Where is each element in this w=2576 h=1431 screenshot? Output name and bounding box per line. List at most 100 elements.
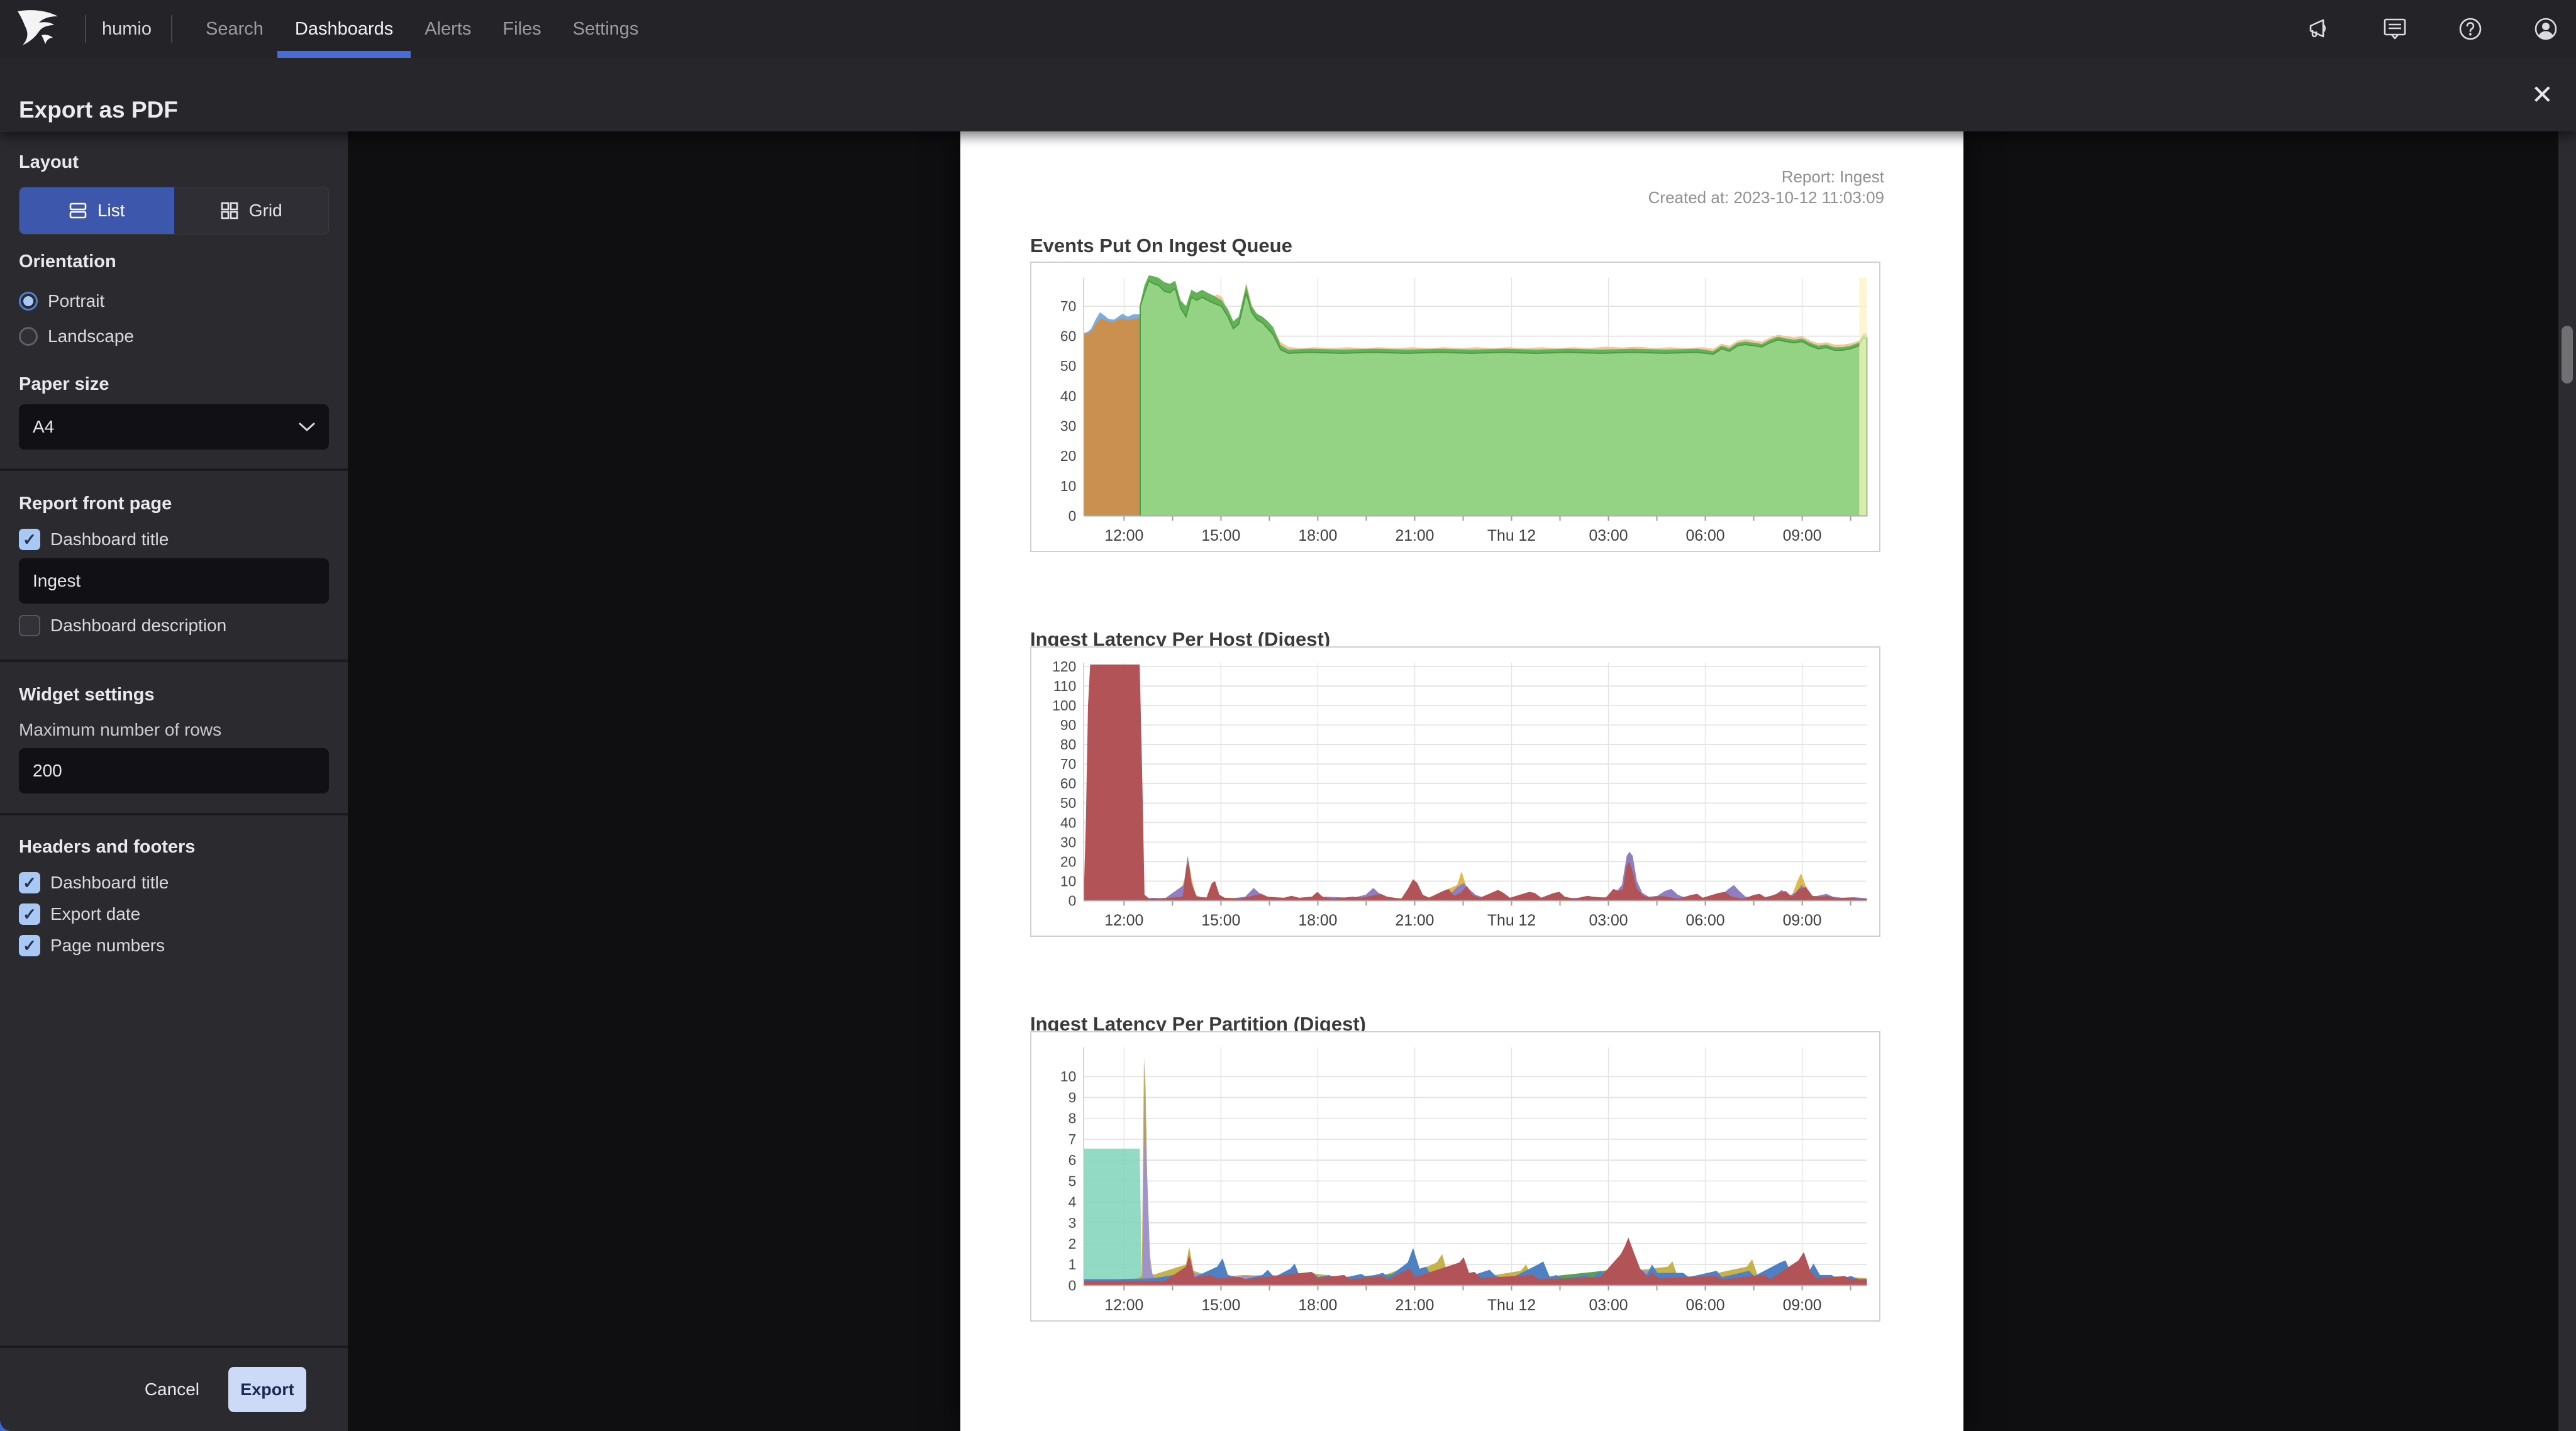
svg-text:Thu 12: Thu 12 — [1487, 528, 1536, 544]
layout-list-button[interactable]: List — [19, 187, 174, 234]
dashboard-title-label: Dashboard title — [50, 529, 169, 549]
paper-size-select[interactable]: A4 — [19, 404, 329, 450]
help-icon[interactable] — [2457, 15, 2484, 43]
nav-files[interactable]: Files — [502, 0, 541, 58]
preview-scrollbar-track[interactable] — [2558, 131, 2576, 1431]
widget-settings-section: Widget settings Maximum number of rows — [0, 662, 348, 813]
app: humio Search Dashboards Alerts Files Set… — [0, 0, 2576, 1431]
radio-checked-icon[interactable] — [19, 292, 38, 311]
layout-heading: Layout — [19, 152, 79, 172]
main-nav: Search Dashboards Alerts Files Settings — [206, 0, 638, 58]
layout-grid-button[interactable]: Grid — [174, 187, 329, 234]
svg-text:40: 40 — [1060, 388, 1076, 404]
svg-text:0: 0 — [1069, 1277, 1077, 1293]
hf-export-date-label: Export date — [50, 904, 141, 924]
svg-text:7: 7 — [1069, 1131, 1077, 1147]
checkbox-checked-icon[interactable]: ✓ — [19, 903, 40, 925]
list-icon — [69, 202, 87, 219]
hf-export-date-checkbox-row[interactable]: ✓ Export date — [19, 903, 329, 925]
svg-text:2: 2 — [1069, 1235, 1077, 1252]
svg-text:12:00: 12:00 — [1104, 912, 1143, 929]
nav-settings[interactable]: Settings — [573, 0, 639, 58]
svg-text:60: 60 — [1060, 328, 1076, 345]
headers-footers-heading: Headers and footers — [19, 837, 196, 857]
svg-text:18:00: 18:00 — [1298, 1297, 1337, 1314]
max-rows-input[interactable] — [19, 748, 329, 793]
svg-text:4: 4 — [1069, 1194, 1077, 1210]
svg-text:90: 90 — [1060, 717, 1076, 733]
widget-settings-heading: Widget settings — [19, 685, 155, 705]
svg-text:110: 110 — [1053, 678, 1076, 694]
svg-text:18:00: 18:00 — [1298, 912, 1337, 929]
report-meta: Report: Ingest Created at: 2023-10-12 11… — [1648, 167, 1884, 208]
top-nav: humio Search Dashboards Alerts Files Set… — [0, 0, 2576, 58]
dashboard-title-input[interactable] — [19, 558, 329, 604]
report-name-line: Report: Ingest — [1781, 167, 1884, 186]
preview-scrollbar-thumb[interactable] — [2562, 326, 2573, 384]
svg-text:12:00: 12:00 — [1104, 1297, 1143, 1314]
svg-text:70: 70 — [1060, 756, 1076, 772]
export-dialog-body: Layout List Grid Orientation Portrait La… — [0, 131, 2576, 1431]
nav-dashboards[interactable]: Dashboards — [277, 0, 411, 58]
checkbox-checked-icon[interactable]: ✓ — [19, 529, 40, 550]
dashboard-title-checkbox-row[interactable]: ✓ Dashboard title — [19, 528, 329, 551]
account-icon[interactable] — [2532, 15, 2560, 43]
svg-text:15:00: 15:00 — [1201, 528, 1240, 544]
svg-text:100: 100 — [1052, 697, 1076, 714]
svg-text:03:00: 03:00 — [1589, 1297, 1628, 1314]
dialog-title: Export as PDF — [19, 97, 178, 123]
svg-text:20: 20 — [1060, 448, 1076, 464]
layout-section: Layout List Grid Orientation Portrait La… — [0, 132, 348, 468]
svg-text:03:00: 03:00 — [1589, 528, 1628, 544]
chart-title-ingest-queue: Events Put On Ingest Queue — [1030, 234, 1292, 257]
cancel-button[interactable]: Cancel — [141, 1379, 203, 1400]
orientation-landscape-radio[interactable]: Landscape — [19, 325, 329, 348]
announcements-icon[interactable] — [2306, 15, 2333, 43]
svg-text:5: 5 — [1069, 1173, 1077, 1189]
checkbox-checked-icon[interactable]: ✓ — [19, 872, 40, 893]
feedback-icon[interactable] — [2381, 15, 2409, 43]
svg-text:10: 10 — [1060, 1068, 1076, 1085]
nav-alerts[interactable]: Alerts — [425, 0, 471, 58]
report-created-line: Created at: 2023-10-12 11:03:09 — [1648, 188, 1884, 207]
nav-separator — [171, 15, 172, 43]
layout-list-label: List — [97, 201, 125, 220]
close-icon[interactable]: ✕ — [2531, 58, 2553, 131]
crowdstrike-falcon-logo[interactable] — [14, 8, 74, 50]
checkbox-unchecked-icon[interactable] — [19, 615, 40, 636]
hf-dashboard-title-label: Dashboard title — [50, 873, 169, 892]
paper-size-value: A4 — [33, 417, 55, 436]
svg-text:9: 9 — [1069, 1089, 1077, 1105]
pdf-page: Report: Ingest Created at: 2023-10-12 11… — [960, 131, 1963, 1431]
svg-text:70: 70 — [1060, 298, 1076, 314]
repo-name[interactable]: humio — [102, 0, 152, 58]
checkbox-checked-icon[interactable]: ✓ — [19, 935, 40, 956]
svg-text:3: 3 — [1069, 1215, 1077, 1231]
svg-text:50: 50 — [1060, 795, 1076, 811]
svg-text:80: 80 — [1060, 736, 1076, 753]
export-button[interactable]: Export — [228, 1367, 306, 1412]
orientation-portrait-radio[interactable]: Portrait — [19, 290, 329, 312]
radio-unchecked-icon[interactable] — [19, 327, 38, 346]
area-chart-latency-host: 0 10 20 30 40 50 60 70 80 90 100 110 120 12:00 15:00 18… — [1030, 646, 1880, 937]
hf-dashboard-title-checkbox-row[interactable]: ✓ Dashboard title — [19, 871, 329, 894]
svg-text:12:00: 12:00 — [1104, 528, 1143, 544]
svg-text:Thu 12: Thu 12 — [1487, 912, 1536, 929]
svg-text:1: 1 — [1069, 1256, 1077, 1273]
svg-text:09:00: 09:00 — [1783, 1297, 1822, 1314]
nav-search[interactable]: Search — [206, 0, 264, 58]
svg-text:09:00: 09:00 — [1783, 528, 1822, 544]
orientation-heading: Orientation — [19, 251, 116, 272]
report-front-heading: Report front page — [19, 494, 172, 514]
svg-text:40: 40 — [1060, 814, 1076, 831]
svg-text:10: 10 — [1060, 873, 1076, 889]
export-dialog-header: Export as PDF ✕ — [0, 58, 2576, 131]
svg-text:50: 50 — [1060, 358, 1076, 374]
svg-text:21:00: 21:00 — [1395, 1297, 1434, 1314]
svg-text:30: 30 — [1060, 418, 1076, 434]
dashboard-description-checkbox-row[interactable]: Dashboard description — [19, 614, 329, 637]
area-chart-ingest-queue: 0 10 20 30 40 50 60 70 12:00 15:00 18:00 21:00 Thu 1… — [1030, 262, 1880, 552]
dashboard-description-label: Dashboard description — [50, 616, 227, 635]
hf-page-numbers-checkbox-row[interactable]: ✓ Page numbers — [19, 934, 329, 957]
dialog-footer: Cancel Export — [0, 1345, 348, 1431]
